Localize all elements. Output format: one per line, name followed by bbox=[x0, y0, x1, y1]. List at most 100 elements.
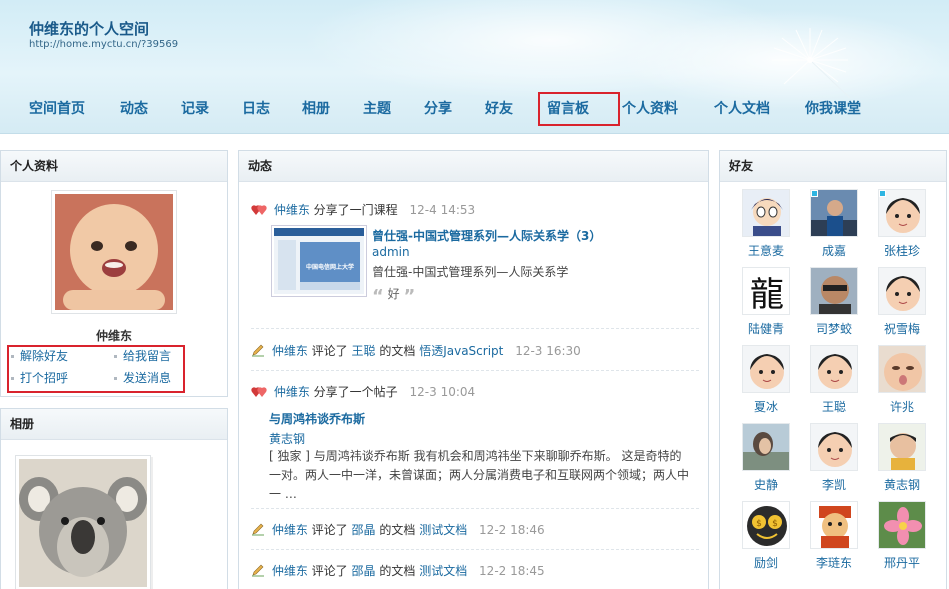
feed-time: 12-3 10:04 bbox=[409, 385, 476, 399]
nav-friends[interactable]: 好友 bbox=[485, 98, 513, 118]
friend-item[interactable]: 成嘉 bbox=[800, 189, 868, 259]
friends-panel: 好友 王意麦 成嘉 张桂珍 龍 陆健青 司梦蛟 祝雪梅 夏冰 王聪 许兆 史静 … bbox=[719, 150, 947, 589]
friend-name: 陆健青 bbox=[747, 322, 784, 336]
course-comment: “ 好 ” bbox=[372, 285, 415, 307]
post-excerpt: [ 独家 ] 与周鸿祎谈乔布斯 我有机会和周鸿祎坐下来聊聊乔布斯。 这是奇特的一… bbox=[269, 449, 690, 501]
feed-time: 12-4 14:53 bbox=[409, 203, 476, 217]
course-comment-text: 好 bbox=[387, 287, 400, 301]
post-author-link[interactable]: 黄志钢 bbox=[269, 430, 305, 447]
friend-item[interactable]: 邢丹平 bbox=[868, 501, 936, 571]
friend-item[interactable]: 张桂珍 bbox=[868, 189, 936, 259]
course-author-link[interactable]: admin bbox=[372, 245, 410, 259]
document-link[interactable]: 悟透JavaScript bbox=[419, 344, 503, 358]
nav-classroom[interactable]: 你我课堂 bbox=[805, 98, 861, 118]
nav-topics[interactable]: 主题 bbox=[363, 98, 391, 118]
friend-item[interactable]: 王聪 bbox=[800, 345, 868, 415]
target-user-link[interactable]: 邵晶 bbox=[352, 523, 376, 537]
online-indicator-icon bbox=[811, 190, 818, 197]
online-indicator-icon bbox=[879, 190, 886, 197]
nav-album[interactable]: 相册 bbox=[302, 98, 330, 118]
friend-avatar bbox=[742, 189, 790, 237]
friend-name: 许兆 bbox=[889, 400, 914, 414]
feed-heading: 动态 bbox=[239, 151, 708, 182]
svg-text:龍: 龍 bbox=[750, 275, 784, 315]
feed-user-link[interactable]: 仲维东 bbox=[274, 203, 310, 217]
friend-avatar bbox=[878, 423, 926, 471]
space-title: 仲维东的个人空间 bbox=[29, 20, 150, 38]
close-quote-icon: ” bbox=[403, 286, 416, 307]
friend-item[interactable]: 李凯 bbox=[800, 423, 868, 493]
friend-item[interactable]: 祝雪梅 bbox=[868, 267, 936, 337]
feed-user-link[interactable]: 仲维东 bbox=[272, 564, 308, 578]
target-user-link[interactable]: 邵晶 bbox=[352, 564, 376, 578]
comment-pencil-icon bbox=[252, 344, 264, 357]
friend-avatar bbox=[742, 423, 790, 471]
guestbook-highlight-box bbox=[538, 92, 620, 126]
friend-avatar: 龍 bbox=[742, 267, 790, 315]
nav-home[interactable]: 空间首页 bbox=[29, 98, 85, 118]
album-heading: 相册 bbox=[1, 409, 227, 440]
feed-divider bbox=[251, 370, 699, 371]
feed-item-post-share: 仲维东 分享了一个帖子 12-3 10:04 与周鸿祎谈乔布斯 黄志钢 [ 独家… bbox=[251, 383, 699, 503]
comment-pencil-icon bbox=[252, 523, 264, 536]
friend-name: 李凯 bbox=[821, 478, 846, 492]
nav-share[interactable]: 分享 bbox=[424, 98, 452, 118]
nav-profile[interactable]: 个人资料 bbox=[622, 98, 678, 118]
feed-divider bbox=[251, 549, 699, 550]
feed-user-link[interactable]: 仲维东 bbox=[272, 344, 308, 358]
space-url[interactable]: http://home.myctu.cn/?39569 bbox=[29, 39, 178, 50]
feed-divider bbox=[251, 328, 699, 329]
nav-blog[interactable]: 日志 bbox=[242, 98, 270, 118]
friend-avatar: $ $ bbox=[742, 501, 790, 549]
friend-avatar bbox=[810, 423, 858, 471]
baby-avatar-image bbox=[55, 194, 173, 310]
feed-item-comment: 仲维东 评论了 邵晶 的文档 测试文档 12-2 18:46 bbox=[251, 521, 699, 539]
dandelion-decoration bbox=[772, 28, 851, 99]
owner-name: 仲维东 bbox=[95, 329, 132, 343]
friend-item[interactable]: 龍 陆健青 bbox=[732, 267, 800, 337]
friend-avatar bbox=[810, 267, 858, 315]
feed-divider bbox=[251, 508, 699, 509]
actions-highlight-box bbox=[7, 345, 185, 393]
album-cover[interactable] bbox=[15, 455, 151, 589]
nav-activity[interactable]: 动态 bbox=[120, 98, 148, 118]
document-link[interactable]: 测试文档 bbox=[419, 564, 467, 578]
friend-name: 张桂珍 bbox=[883, 244, 920, 258]
document-link[interactable]: 测试文档 bbox=[419, 523, 467, 537]
nav-documents[interactable]: 个人文档 bbox=[714, 98, 770, 118]
friend-name: 李琏东 bbox=[815, 556, 852, 570]
friend-avatar bbox=[742, 345, 790, 393]
friend-avatar bbox=[810, 189, 858, 237]
friend-item[interactable]: 夏冰 bbox=[732, 345, 800, 415]
feed-user-link[interactable]: 仲维东 bbox=[272, 523, 308, 537]
avatar[interactable] bbox=[51, 190, 177, 314]
friend-name: 史静 bbox=[753, 478, 778, 492]
post-title-link[interactable]: 与周鸿祎谈乔布斯 bbox=[269, 410, 365, 427]
album-panel: 相册 bbox=[0, 408, 228, 589]
friend-item[interactable]: $ $ 励剑 bbox=[732, 501, 800, 571]
friend-item[interactable]: 许兆 bbox=[868, 345, 936, 415]
friends-heading: 好友 bbox=[720, 151, 946, 182]
share-heart-icon bbox=[251, 387, 267, 397]
friend-item[interactable]: 王意麦 bbox=[732, 189, 800, 259]
feed-user-link[interactable]: 仲维东 bbox=[274, 385, 310, 399]
feed-line: 仲维东 分享了一门课程 12-4 14:53 bbox=[251, 201, 699, 218]
course-description: 曾仕强-中国式管理系列—人际关系学 bbox=[372, 265, 569, 279]
friend-item[interactable]: 黄志钢 bbox=[868, 423, 936, 493]
friend-name: 夏冰 bbox=[753, 400, 778, 414]
feed-time: 12-2 18:46 bbox=[479, 523, 545, 537]
target-user-link[interactable]: 王聪 bbox=[352, 344, 376, 358]
friend-item[interactable]: 司梦蛟 bbox=[800, 267, 868, 337]
course-title-link[interactable]: 曾仕强-中国式管理系列—人际关系学（3） bbox=[372, 227, 601, 244]
nav-records[interactable]: 记录 bbox=[181, 98, 209, 118]
feed-time: 12-3 16:30 bbox=[515, 344, 581, 358]
friend-avatar bbox=[810, 345, 858, 393]
feed-item-course-share: 仲维东 分享了一门课程 12-4 14:53 中国电信网上大学 曾仕强-中国式管… bbox=[251, 201, 699, 317]
friend-item[interactable]: 史静 bbox=[732, 423, 800, 493]
comment-pencil-icon bbox=[252, 564, 264, 577]
svg-text:$: $ bbox=[772, 519, 778, 529]
space-header: 仲维东的个人空间 http://home.myctu.cn/?39569 空间首… bbox=[0, 0, 949, 134]
course-thumbnail[interactable]: 中国电信网上大学 bbox=[271, 225, 367, 297]
profile-panel: 个人资料 仲维东 解除好友 给我留言 打个招呼 发送消息 bbox=[0, 150, 228, 397]
friend-item[interactable]: 李琏东 bbox=[800, 501, 868, 571]
